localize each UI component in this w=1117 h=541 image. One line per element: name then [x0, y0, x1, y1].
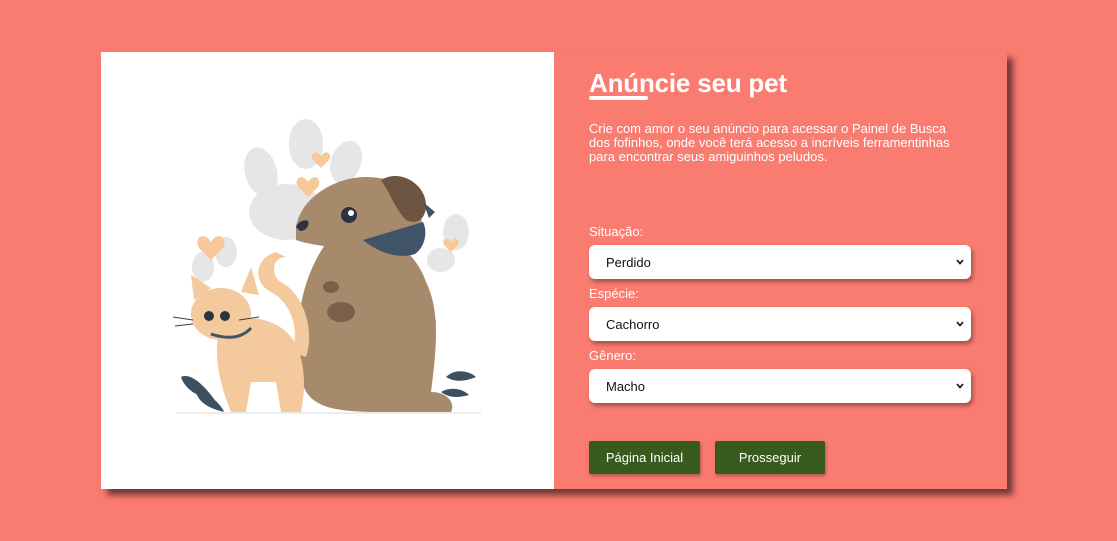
- genero-label: Gênero:: [589, 348, 636, 363]
- announcement-card: Anúncie seu pet Crie com amor o seu anún…: [101, 52, 1007, 489]
- chevron-down-icon: [949, 369, 971, 403]
- page-title: Anúncie seu pet: [589, 68, 787, 98]
- situacao-select[interactable]: Perdido: [589, 245, 971, 279]
- form-panel: Anúncie seu pet Crie com amor o seu anún…: [554, 52, 1007, 489]
- chevron-down-icon: [949, 307, 971, 341]
- home-button[interactable]: Página Inicial: [589, 441, 700, 474]
- illustration-panel: [101, 52, 554, 489]
- genero-value: Macho: [606, 378, 646, 394]
- title-underline: [589, 96, 648, 100]
- page-description: Crie com amor o seu anúncio para acessar…: [589, 121, 950, 164]
- especie-label: Espécie:: [589, 286, 639, 301]
- dog-and-cat-illustration: [172, 119, 481, 414]
- genero-select[interactable]: Macho: [589, 369, 971, 403]
- especie-select[interactable]: Cachorro: [589, 307, 971, 341]
- proceed-button[interactable]: Prosseguir: [715, 441, 825, 474]
- especie-value: Cachorro: [606, 316, 660, 332]
- situacao-value: Perdido: [606, 254, 651, 270]
- chevron-down-icon: [949, 245, 971, 279]
- situacao-label: Situação:: [589, 224, 644, 239]
